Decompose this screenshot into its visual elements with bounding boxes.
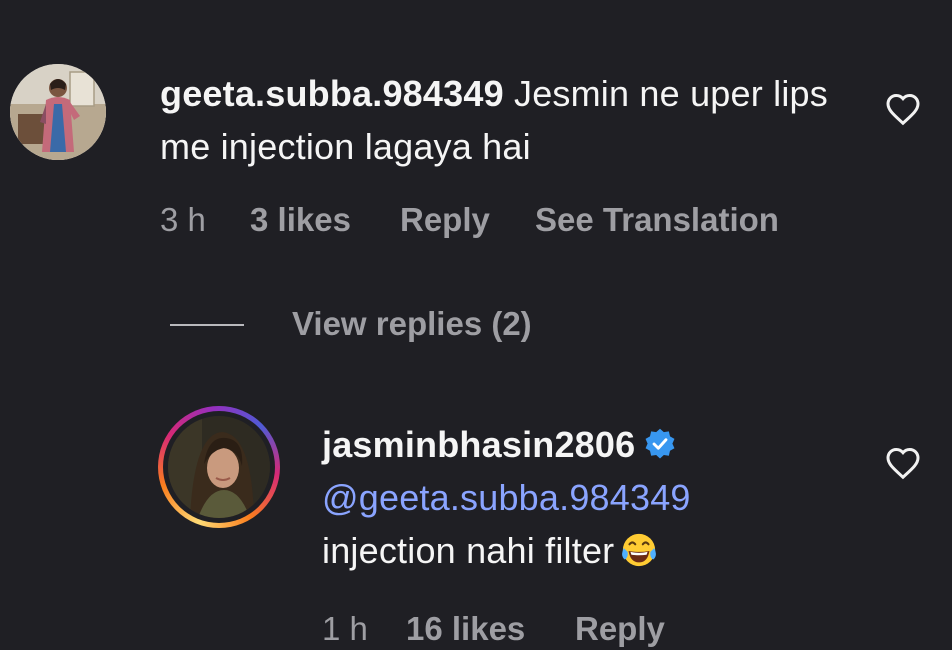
mention-link[interactable]: @geeta.subba.984349 [322, 477, 691, 518]
heart-icon[interactable] [885, 92, 921, 126]
verified-badge-icon [645, 428, 675, 459]
divider-line [170, 324, 244, 326]
view-replies-label[interactable]: View replies (2) [292, 305, 532, 343]
likes-count[interactable]: 16 likes [406, 610, 525, 648]
avatar-geeta[interactable] [10, 64, 106, 160]
reply-button[interactable]: Reply [575, 610, 665, 648]
comment-username[interactable]: geeta.subba.984349 [160, 73, 504, 114]
reply-button[interactable]: Reply [400, 201, 490, 239]
likes-count[interactable]: 3 likes [250, 201, 351, 239]
avatar-photo [168, 416, 270, 518]
heart-icon[interactable] [885, 446, 921, 480]
avatar-jasmin[interactable] [158, 406, 280, 528]
see-translation-button[interactable]: See Translation [535, 201, 779, 239]
comment-body: jasminbhasin2806 @geeta.subba.984349 inj… [322, 418, 842, 577]
face-with-tears-of-joy-icon [622, 533, 657, 567]
comment-time: 3 h [160, 201, 206, 238]
comment-body: geeta.subba.984349 Jesmin ne uper lips m… [160, 67, 860, 173]
comment-time: 1 h [322, 610, 368, 647]
comment-text: injection nahi filter [322, 530, 615, 571]
comment-username[interactable]: jasminbhasin2806 [322, 424, 635, 465]
